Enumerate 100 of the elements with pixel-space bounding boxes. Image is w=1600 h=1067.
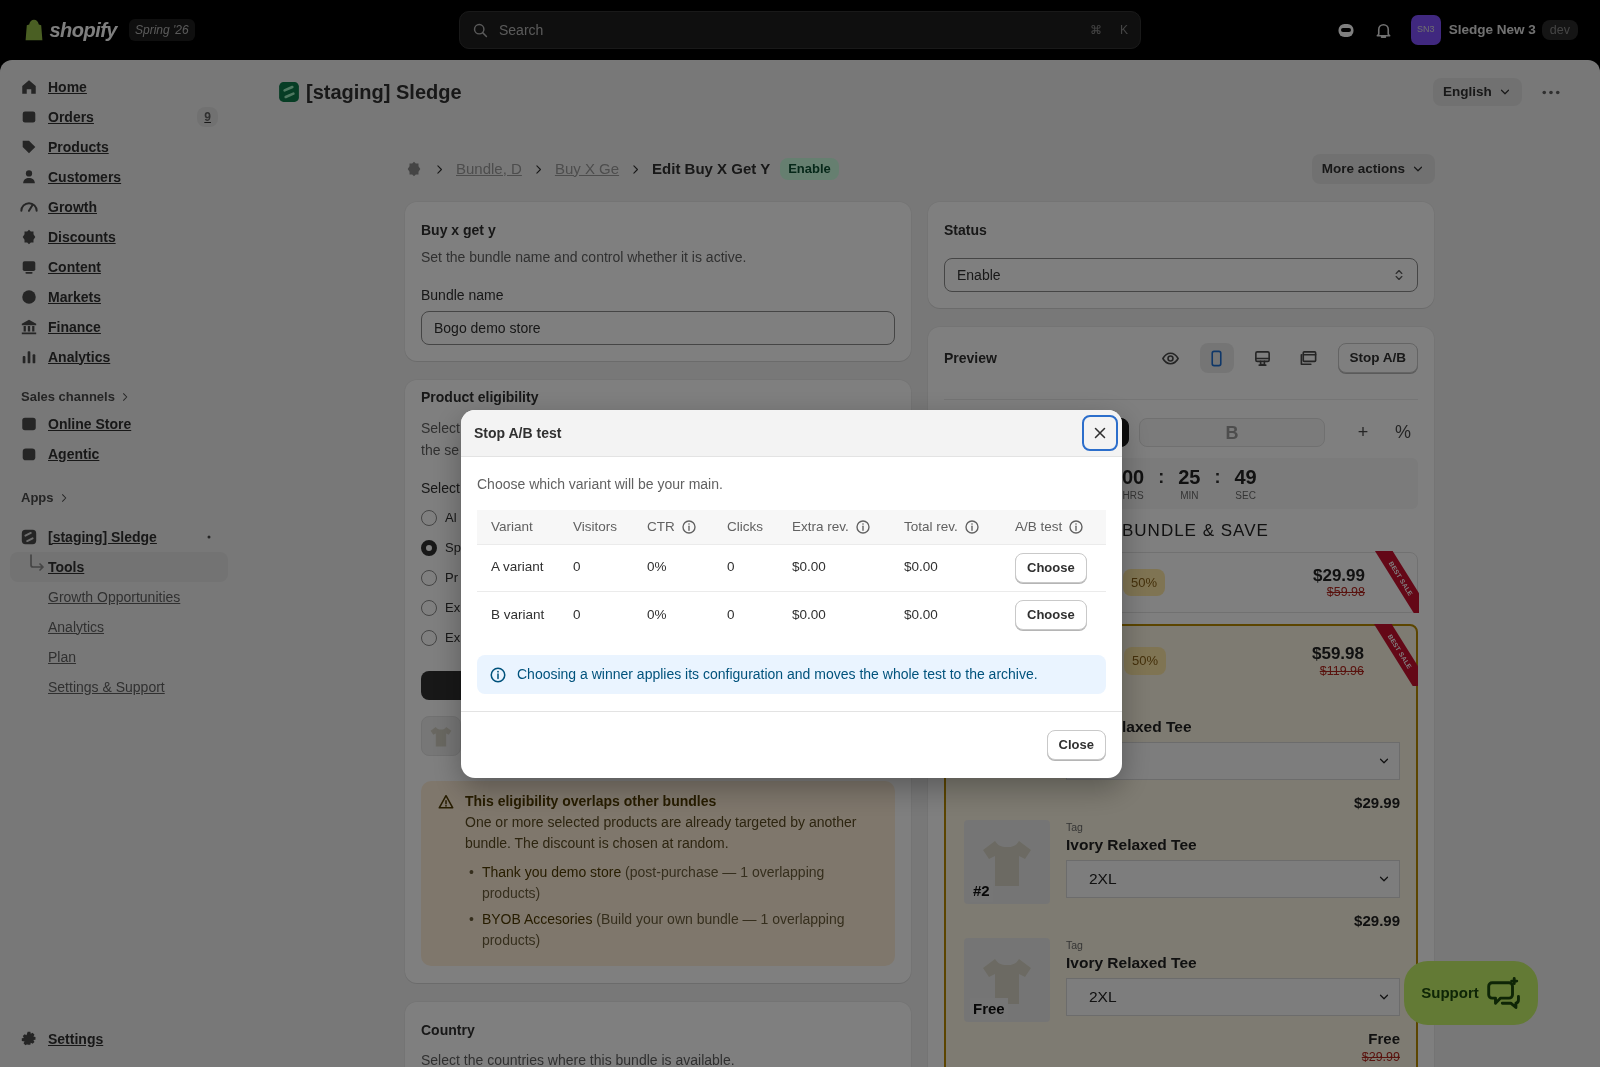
compare-price: $29.99 bbox=[1360, 1049, 1400, 1066]
subnav-item[interactable]: Tools bbox=[10, 552, 228, 582]
person-icon bbox=[20, 168, 38, 186]
size-select[interactable]: 2XL bbox=[1066, 860, 1400, 898]
add-button[interactable]: + bbox=[1348, 418, 1378, 447]
nav-item[interactable]: Home bbox=[10, 72, 228, 102]
column-header: Variant bbox=[477, 510, 559, 544]
overlap-item: BYOB Accesories (Build your own bundle — 1 overlapping products) bbox=[481, 910, 846, 950]
subnav-item[interactable]: Plan bbox=[10, 642, 228, 672]
table-cell: B variant bbox=[477, 591, 559, 638]
search-icon bbox=[472, 21, 489, 39]
radio-option[interactable]: Al bbox=[421, 502, 457, 533]
product-name: Ivory Relaxed Tee bbox=[1066, 953, 1198, 973]
radio-button[interactable] bbox=[421, 509, 437, 526]
percent-button[interactable]: % bbox=[1388, 418, 1418, 447]
offer-price: $29.99 bbox=[1313, 565, 1365, 586]
close-button[interactable]: Close bbox=[1046, 730, 1106, 760]
timer-separator: : bbox=[1158, 466, 1165, 489]
nav-label: Online Store bbox=[48, 414, 132, 434]
radio-option[interactable]: Sp bbox=[421, 532, 461, 563]
home-icon bbox=[20, 78, 38, 96]
support-button[interactable]: Support bbox=[1404, 961, 1538, 1025]
radio-button[interactable] bbox=[421, 539, 437, 556]
status-select[interactable]: Enable bbox=[944, 258, 1418, 292]
input-field[interactable]: Bogo demo store bbox=[421, 310, 895, 345]
timer-unit: HRS bbox=[1122, 490, 1144, 501]
settings-icon bbox=[20, 1030, 38, 1048]
discount-icon bbox=[405, 160, 423, 178]
subnav-item[interactable]: Growth Opportunities bbox=[10, 582, 228, 612]
dialog-text: Choose which variant will be your main. bbox=[477, 475, 724, 494]
warning-text: One or more selected products are already targeted by another bundle. The discount is chosen at random. bbox=[465, 813, 858, 853]
table-cell: 0% bbox=[633, 591, 713, 638]
bar-chart-icon bbox=[20, 348, 38, 366]
dialog-title: Stop A/B test bbox=[474, 423, 562, 443]
radio-button[interactable] bbox=[421, 569, 437, 586]
app-nav-item[interactable]: [staging] Sledge bbox=[10, 522, 228, 552]
more-actions-button[interactable]: More actions bbox=[1311, 154, 1435, 184]
discount-badge: 50% bbox=[1124, 647, 1167, 675]
info-icon bbox=[854, 518, 871, 535]
nav-item[interactable]: Discounts bbox=[10, 222, 228, 252]
radio-option[interactable]: Ex bbox=[421, 622, 461, 653]
nav-item[interactable]: Customers bbox=[10, 162, 228, 192]
product-price: Free bbox=[1367, 1030, 1400, 1048]
nav-label: Markets bbox=[48, 287, 101, 307]
radio-button[interactable] bbox=[421, 629, 437, 646]
info-icon bbox=[963, 518, 980, 535]
overlap-item: Thank you demo store (post-purchase — 1 overlapping products) bbox=[481, 863, 826, 903]
table-cell: $0.00 bbox=[890, 544, 1001, 591]
nav-item[interactable]: Markets bbox=[10, 282, 228, 312]
subnav-item[interactable]: Analytics bbox=[10, 612, 228, 642]
nav-item[interactable]: Agentic bbox=[10, 439, 228, 469]
choose-button[interactable]: Choose bbox=[1015, 552, 1087, 583]
nav-label: Home bbox=[48, 77, 87, 97]
timer-value: 00 bbox=[1122, 466, 1145, 487]
nav-item[interactable]: Growth bbox=[10, 192, 228, 222]
radio-option[interactable]: Ex bbox=[421, 592, 461, 623]
radio-option[interactable]: Pr bbox=[421, 562, 458, 593]
app-logo-icon bbox=[20, 528, 38, 546]
section-link[interactable]: Sales channels bbox=[10, 385, 228, 409]
store-icon bbox=[20, 415, 38, 433]
desktop-icon bbox=[1253, 348, 1272, 368]
nav-label: Agentic bbox=[48, 444, 100, 464]
nav-item[interactable]: Analytics bbox=[10, 342, 228, 372]
shortcut-key: ⌘ bbox=[1090, 21, 1102, 39]
bank-icon bbox=[20, 318, 38, 336]
timer-unit: SEC bbox=[1235, 490, 1256, 501]
nav-item[interactable]: Products bbox=[10, 132, 228, 162]
field-label: Select bbox=[421, 478, 460, 498]
card-title: Product eligibility bbox=[421, 387, 540, 406]
card-description: Select the countries where this bundle is available. bbox=[421, 1051, 736, 1067]
info-icon bbox=[1068, 518, 1085, 535]
radio-button[interactable] bbox=[421, 599, 437, 616]
card-title: Status bbox=[944, 221, 988, 240]
subnav-item[interactable]: Settings & Support bbox=[10, 672, 228, 702]
view-toggle-button[interactable] bbox=[1199, 343, 1234, 373]
column-header: Extra rev. bbox=[778, 510, 890, 544]
language-dropdown[interactable]: English bbox=[1433, 77, 1522, 107]
nav-item[interactable]: Finance bbox=[10, 312, 228, 342]
bullet-marker: • bbox=[469, 910, 474, 929]
edition-badge: Spring '26 bbox=[129, 19, 195, 41]
user-name: Sledge New 3 bbox=[1448, 20, 1536, 39]
column-header: CTR bbox=[633, 510, 713, 544]
nav-item[interactable]: Orders 9 bbox=[10, 102, 228, 132]
size-select[interactable]: 2XL bbox=[1066, 978, 1400, 1016]
compare-price: $59.98 bbox=[1325, 585, 1365, 600]
discount-icon bbox=[20, 228, 38, 246]
nav-item[interactable]: Content bbox=[10, 252, 228, 282]
choose-button[interactable]: Choose bbox=[1015, 599, 1087, 630]
close-button[interactable] bbox=[1082, 415, 1118, 451]
section-link[interactable]: Apps bbox=[10, 486, 228, 510]
settings-nav-item[interactable]: Settings bbox=[10, 1024, 228, 1054]
nav-item[interactable]: Online Store bbox=[10, 409, 228, 439]
nav-label: Discounts bbox=[48, 227, 116, 247]
search-input[interactable]: Search bbox=[497, 18, 1072, 42]
avatar[interactable]: SN3 bbox=[1410, 15, 1441, 45]
tag-icon bbox=[20, 138, 38, 156]
stop-ab-button[interactable]: Stop A/B bbox=[1337, 343, 1418, 373]
table-cell: $0.00 bbox=[778, 544, 890, 591]
current-page-title: Edit Buy X Get Y bbox=[652, 158, 771, 179]
bundle-heading: BUNDLE & SAVE bbox=[1122, 520, 1270, 542]
